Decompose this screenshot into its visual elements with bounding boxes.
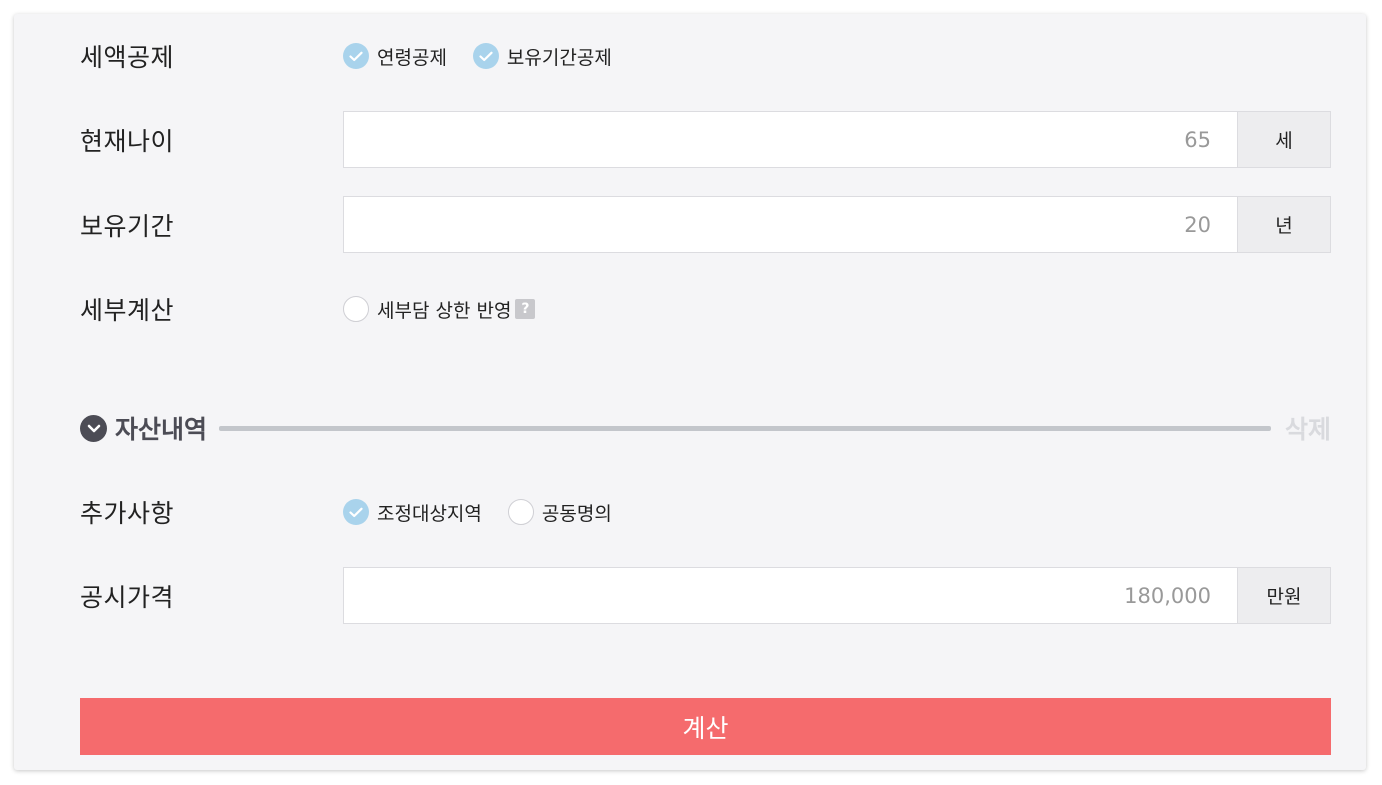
check-icon [343,43,369,69]
tax-cap-checkbox[interactable]: 세부담 상한 반영 [343,296,511,323]
tax-cap-label: 세부담 상한 반영 [377,299,512,322]
calculate-button[interactable]: 계산 [80,698,1331,755]
asset-section-title: 자산내역 [115,415,208,444]
tax-credit-options: 연령공제 보유기간공제 [343,43,638,70]
age-row: 현재나이 세 [80,111,1331,168]
holding-period-field: 년 [343,196,1331,253]
detail-calc-options: 세부담 상한 반영 ? [343,296,536,323]
official-price-field: 만원 [343,567,1331,624]
detail-calc-label: 세부계산 [80,296,175,325]
age-field: 세 [343,111,1331,168]
help-icon[interactable]: ? [515,299,536,319]
official-price-input[interactable] [343,567,1237,624]
holding-period-row: 보유기간 년 [80,196,1331,253]
tax-credit-label: 세액공제 [80,43,175,72]
official-price-label: 공시가격 [80,582,175,612]
joint-ownership-label: 공동명의 [541,502,612,525]
adjustment-area-label: 조정대상지역 [377,502,482,525]
extra-label: 추가사항 [80,499,175,528]
official-price-row: 공시가격 만원 [80,567,1331,624]
age-unit: 세 [1237,111,1331,168]
asset-section-toggle[interactable]: 자산내역 [80,410,207,446]
adjustment-area-checkbox[interactable]: 조정대상지역 [343,499,482,526]
holding-credit-label: 보유기간공제 [506,46,612,69]
holding-period-unit: 년 [1237,196,1331,253]
holding-period-input[interactable] [343,196,1237,253]
age-label: 현재나이 [80,126,175,156]
age-input[interactable] [343,111,1237,168]
holding-period-label: 보유기간 [80,211,175,241]
delete-asset-button[interactable]: 삭제 [1285,410,1331,446]
section-divider [219,425,1271,431]
chevron-down-icon [80,414,107,442]
age-credit-label: 연령공제 [377,46,447,69]
official-price-unit: 만원 [1237,567,1331,624]
tax-credit-row: 세액공제 연령공제 보유기간공제 [80,36,1331,76]
unchecked-circle-icon [507,499,534,525]
asset-section-header: 자산내역 삭제 [80,409,1331,447]
detail-calc-row: 세부계산 세부담 상한 반영 ? [80,289,1331,329]
check-icon [343,499,369,525]
extra-row: 추가사항 조정대상지역 공동명의 [80,492,1331,532]
unchecked-circle-icon [343,296,369,322]
calculator-card: 세액공제 연령공제 보유기간공제 현재나이 세 보유기간 [14,14,1366,770]
extra-options: 조정대상지역 공동명의 [343,499,638,526]
check-icon [472,43,499,69]
age-credit-checkbox[interactable]: 연령공제 [343,43,447,70]
joint-ownership-checkbox[interactable]: 공동명의 [507,499,612,526]
holding-credit-checkbox[interactable]: 보유기간공제 [472,43,612,70]
